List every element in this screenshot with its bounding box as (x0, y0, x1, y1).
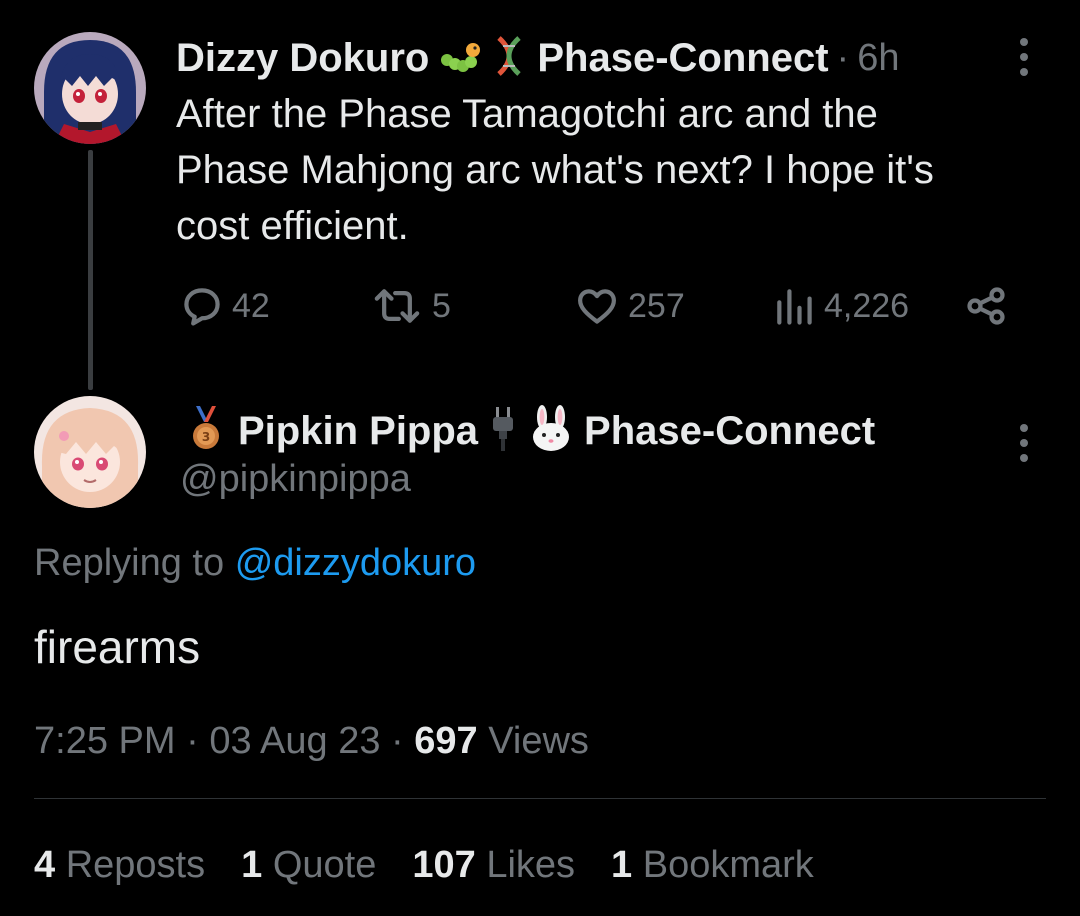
like-icon (578, 289, 616, 324)
avatar-pippa[interactable] (34, 396, 146, 508)
meta-dot-1: · (186, 720, 199, 762)
like-count: 257 (628, 286, 685, 325)
engagement-stats: 4 Reposts 1 Quote 107 Likes 1 Bookmark (34, 844, 814, 887)
share-action[interactable] (964, 284, 1008, 328)
divider (34, 798, 1046, 799)
dna-emoji (489, 34, 529, 83)
repost-icon (374, 289, 420, 323)
bookmarks-stat[interactable]: 1 Bookmark (611, 844, 814, 887)
author-name[interactable]: Dizzy Dokuro (176, 36, 429, 81)
quotes-label: Quote (272, 844, 377, 886)
views-action[interactable]: 4,226 (772, 284, 909, 328)
tweet-time-full[interactable]: 7:25 PM (34, 720, 176, 762)
tweet-date[interactable]: 03 Aug 23 (209, 720, 380, 762)
medal-emoji: 3 (184, 404, 228, 459)
dot-separator: · (836, 37, 850, 79)
views-label: Views (488, 720, 589, 762)
replying-to-link[interactable]: @dizzydokuro (235, 542, 476, 584)
meta-dot-2: · (391, 720, 404, 762)
likes-stat[interactable]: 107 Likes (412, 844, 575, 887)
tweet-time[interactable]: 6h (857, 37, 899, 80)
caterpillar-emoji (437, 34, 481, 83)
quotes-count: 1 (241, 844, 263, 886)
bookmarks-label: Bookmark (642, 844, 814, 886)
replying-to: Replying to @dizzydokuro (34, 542, 476, 585)
thread-line (88, 150, 93, 390)
replying-prefix: Replying to (34, 542, 225, 584)
repost-count: 5 (432, 286, 451, 325)
reply-tweet-text: firearms (34, 621, 201, 673)
share-icon (967, 287, 1005, 325)
reply-count: 42 (232, 286, 270, 325)
reposts-count: 4 (34, 844, 56, 886)
plug-emoji (488, 405, 518, 458)
reply-group-name[interactable]: Phase-Connect (584, 409, 875, 454)
parent-header: Dizzy Dokuro Phase-Connect · 6h (176, 34, 899, 83)
reply-icon (184, 288, 220, 326)
reposts-stat[interactable]: 4 Reposts (34, 844, 205, 887)
avatar-dizzy[interactable] (34, 32, 146, 144)
rabbit-emoji (528, 405, 574, 458)
more-icon[interactable] (1018, 38, 1030, 76)
reply-more-icon[interactable] (1018, 424, 1030, 462)
reply-handle[interactable]: @pipkinpippa (180, 458, 411, 501)
views-icon (777, 289, 812, 325)
tweet-meta: 7:25 PM · 03 Aug 23 · 697 Views (34, 720, 589, 763)
reply-author-name[interactable]: Pipkin Pippa (238, 409, 478, 454)
svg-text:3: 3 (202, 430, 210, 444)
reply-header: 3 Pipkin Pippa Phase-Connect (184, 404, 875, 459)
repost-action[interactable]: 5 (370, 284, 451, 328)
reposts-label: Reposts (65, 844, 206, 886)
likes-label: Likes (486, 844, 576, 886)
views-count: 4,226 (824, 286, 910, 325)
quotes-stat[interactable]: 1 Quote (241, 844, 376, 887)
views-total: 697 (414, 720, 478, 762)
group-name[interactable]: Phase-Connect (537, 36, 828, 81)
like-action[interactable]: 257 (574, 284, 685, 328)
parent-tweet-text: After the Phase Tamagotchi arc and the P… (176, 92, 934, 248)
likes-count: 107 (412, 844, 476, 886)
bookmarks-count: 1 (611, 844, 633, 886)
reply-action[interactable]: 42 (180, 284, 270, 328)
